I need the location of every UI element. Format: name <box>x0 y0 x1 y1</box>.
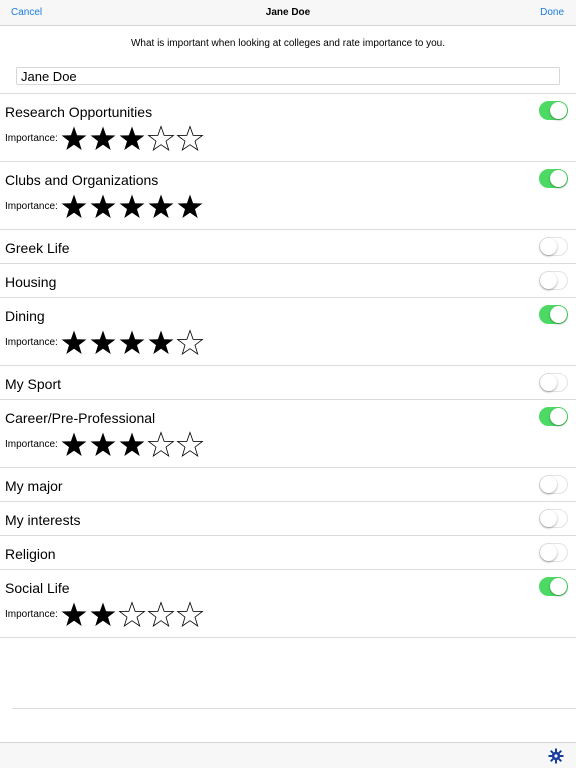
star-filled-icon[interactable] <box>118 193 146 221</box>
priority-row: Dining Importance: <box>0 298 576 366</box>
navigation-bar: Cancel Jane Doe Done <box>0 0 576 26</box>
toggle-knob <box>550 306 567 323</box>
priority-label: Career/Pre-Professional <box>5 410 156 426</box>
star-filled-icon[interactable] <box>118 125 146 153</box>
priority-label: Religion <box>5 546 56 562</box>
priority-row: Religion <box>0 536 576 570</box>
star-filled-icon[interactable] <box>118 431 146 459</box>
priority-label: Housing <box>5 274 57 290</box>
priority-row: My Sport <box>0 366 576 400</box>
page-title: Jane Doe <box>265 7 311 18</box>
instructions-text: What is important when looking at colleg… <box>130 38 446 49</box>
priority-label: Dining <box>5 308 45 324</box>
priority-toggle[interactable] <box>539 373 568 392</box>
priority-label: Clubs and Organizations <box>5 172 159 188</box>
priority-row: Social Life Importance: <box>0 570 576 638</box>
star-empty-icon[interactable] <box>176 601 204 629</box>
priority-toggle[interactable] <box>539 101 568 120</box>
gear-icon[interactable] <box>548 748 564 764</box>
star-filled-icon[interactable] <box>176 193 204 221</box>
toggle-knob <box>550 408 567 425</box>
name-field[interactable] <box>16 67 560 85</box>
star-filled-icon[interactable] <box>147 329 175 357</box>
importance-label: Importance: <box>5 133 58 144</box>
star-filled-icon[interactable] <box>60 125 88 153</box>
toggle-knob <box>550 578 567 595</box>
toggle-knob <box>540 510 557 527</box>
priority-row: Greek Life <box>0 230 576 264</box>
star-filled-icon[interactable] <box>147 193 175 221</box>
star-empty-icon[interactable] <box>176 125 204 153</box>
toggle-knob <box>550 102 567 119</box>
done-button[interactable]: Done <box>540 7 564 18</box>
priority-toggle[interactable] <box>539 543 568 562</box>
star-filled-icon[interactable] <box>89 329 117 357</box>
toggle-knob <box>540 374 557 391</box>
toggle-knob <box>540 272 557 289</box>
importance-label: Importance: <box>5 439 58 450</box>
priority-label: Greek Life <box>5 240 70 256</box>
star-filled-icon[interactable] <box>60 193 88 221</box>
priority-label: Research Opportunities <box>5 104 153 120</box>
star-filled-icon[interactable] <box>89 601 117 629</box>
star-filled-icon[interactable] <box>89 431 117 459</box>
priority-toggle[interactable] <box>539 577 568 596</box>
star-filled-icon[interactable] <box>60 329 88 357</box>
star-filled-icon[interactable] <box>60 601 88 629</box>
star-empty-icon[interactable] <box>176 431 204 459</box>
priority-toggle[interactable] <box>539 509 568 528</box>
divider <box>12 708 576 709</box>
priority-toggle[interactable] <box>539 169 568 188</box>
priority-toggle[interactable] <box>539 305 568 324</box>
priority-row: My interests <box>0 502 576 536</box>
star-empty-icon[interactable] <box>147 601 175 629</box>
priority-row: Research Opportunities Importance: <box>0 94 576 162</box>
star-filled-icon[interactable] <box>89 125 117 153</box>
star-filled-icon[interactable] <box>60 431 88 459</box>
star-empty-icon[interactable] <box>176 329 204 357</box>
star-empty-icon[interactable] <box>147 431 175 459</box>
priority-toggle[interactable] <box>539 237 568 256</box>
star-empty-icon[interactable] <box>118 601 146 629</box>
priority-label: My interests <box>5 512 81 528</box>
priority-label: Social Life <box>5 580 70 596</box>
priority-toggle[interactable] <box>539 271 568 290</box>
toggle-knob <box>540 544 557 561</box>
importance-label: Importance: <box>5 201 58 212</box>
priority-toggle[interactable] <box>539 407 568 426</box>
toggle-knob <box>540 476 557 493</box>
priority-label: My major <box>5 478 63 494</box>
bottom-toolbar <box>0 742 576 768</box>
priority-row: Clubs and Organizations Importance: <box>0 162 576 230</box>
priority-row: My major <box>0 468 576 502</box>
priority-row: Career/Pre-Professional Importance: <box>0 400 576 468</box>
priority-label: My Sport <box>5 376 62 392</box>
priorities-list: Research Opportunities Importance: Clubs a… <box>0 94 576 638</box>
importance-label: Importance: <box>5 609 58 620</box>
toggle-knob <box>550 170 567 187</box>
importance-label: Importance: <box>5 337 58 348</box>
priority-toggle[interactable] <box>539 475 568 494</box>
priority-row: Housing <box>0 264 576 298</box>
star-filled-icon[interactable] <box>118 329 146 357</box>
star-empty-icon[interactable] <box>147 125 175 153</box>
name-row <box>0 59 576 94</box>
toggle-knob <box>540 238 557 255</box>
star-filled-icon[interactable] <box>89 193 117 221</box>
